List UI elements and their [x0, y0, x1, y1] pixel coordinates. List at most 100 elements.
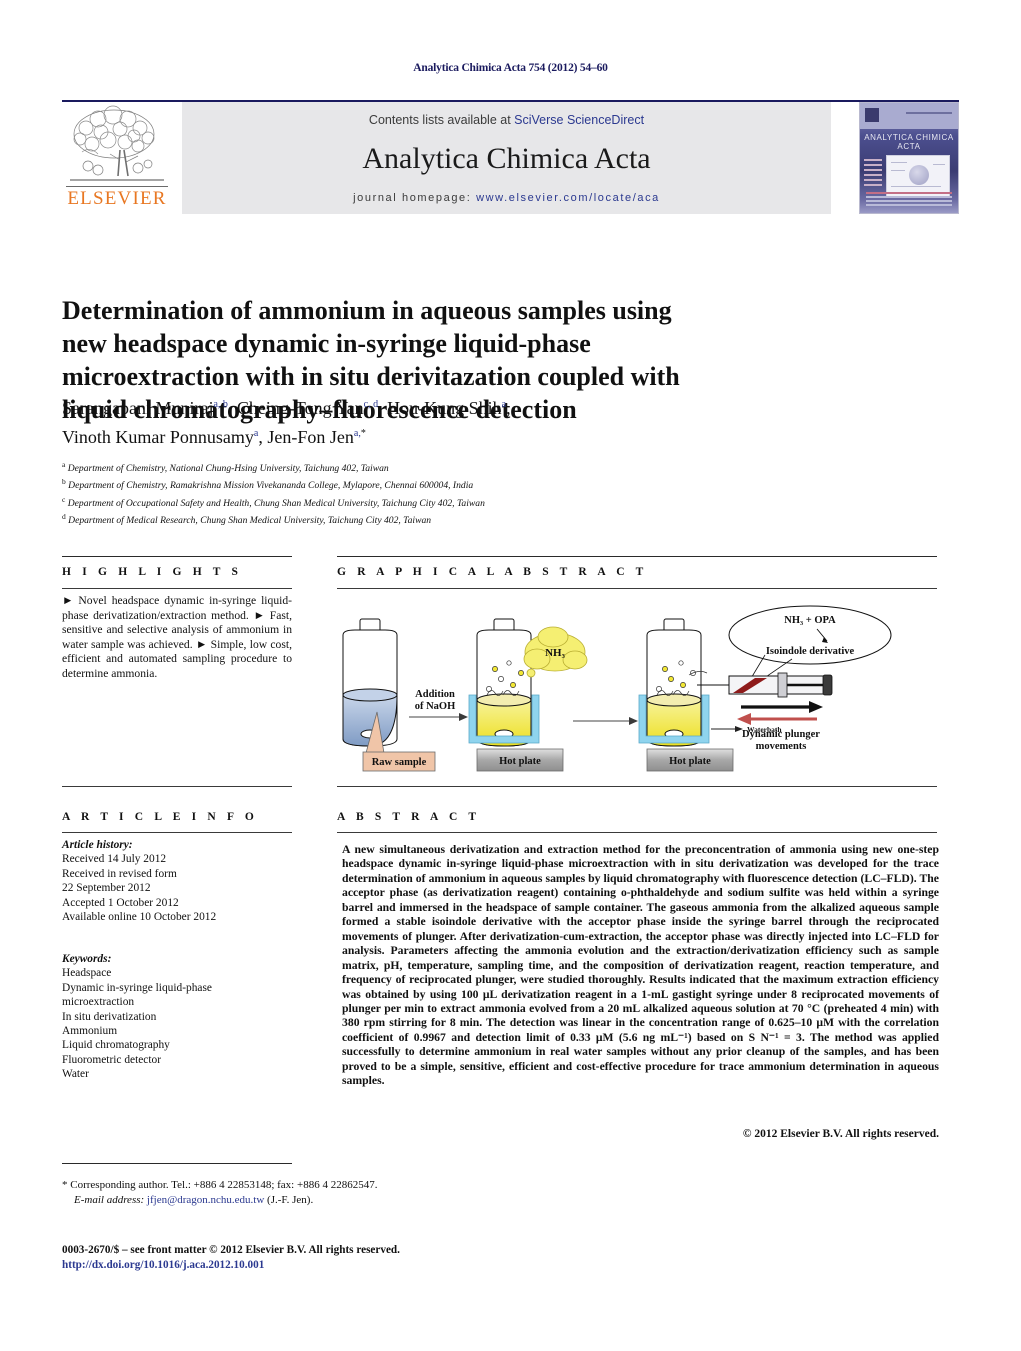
doi-link[interactable]: http://dx.doi.org/10.1016/j.aca.2012.10.…: [62, 1258, 762, 1273]
highlights-underline: [62, 588, 292, 589]
affiliation-mark: d: [62, 512, 66, 522]
graphical-abstract-figure: Raw sample Addition of NaOH NH₃ Hot plat…: [337, 597, 937, 782]
corresponding-star: *: [62, 1179, 68, 1191]
hot-plate-label-2: Hot plate: [669, 756, 711, 767]
author-1: Sarangapani Muniraj: [62, 398, 214, 418]
author-2-affil-mark: c, d: [363, 399, 379, 410]
contents-prefix: Contents lists available at: [368, 113, 515, 127]
journal-title: Analytica Chimica Acta: [362, 142, 651, 175]
affiliation-text: Department of Medical Research, Chung Sh…: [68, 515, 432, 527]
email-line: E-mail address: jfjen@dragon.nchu.edu.tw…: [62, 1193, 702, 1208]
cover-side-lines: [864, 159, 882, 189]
syringe-illustration: [697, 672, 833, 698]
plunger-label-1: Dynamic plunger: [742, 729, 820, 740]
history-item: Accepted 1 October 2012: [62, 896, 179, 909]
corresponding-author-note: * Corresponding author. Tel.: +886 4 228…: [62, 1178, 702, 1208]
history-item: Received in revised form: [62, 867, 177, 880]
article-first-page: Analytica Chimica Acta 754 (2012) 54–60: [0, 0, 1021, 1351]
affiliation-mark: b: [62, 477, 66, 487]
arrow-head-1: [459, 713, 468, 721]
imprint-block: 0003-2670/$ – see front matter © 2012 El…: [62, 1243, 762, 1273]
graphical-abstract-underline: [337, 588, 937, 589]
affiliation-mark: c: [62, 494, 66, 504]
abstract-text: A new simultaneous derivatization and ex…: [342, 843, 939, 1088]
footnote-rule: [62, 1163, 292, 1164]
affiliation-item: c Department of Occupational Safety and …: [62, 493, 762, 510]
hot-plate-label-1: Hot plate: [499, 756, 541, 767]
keyword-item: Water: [62, 1068, 89, 1081]
elsevier-logo: ELSEVIER: [62, 102, 172, 214]
keyword-item: Liquid chromatography: [62, 1039, 170, 1052]
author-list: Sarangapani Muniraja, b, Cheing-Tong Yan…: [62, 398, 511, 447]
email-label: E-mail address:: [74, 1194, 145, 1206]
syringe-flange: [777, 672, 788, 698]
author-4: Vinoth Kumar Ponnusamy: [62, 427, 254, 447]
keywords-block: Keywords: Headspace Dynamic in-syringe l…: [62, 952, 302, 1082]
journal-cover-thumbnail: ANALYTICA CHIMICA ACTA: [859, 102, 959, 214]
keyword-item: Dynamic in-syringe liquid-phase: [62, 981, 212, 994]
running-head: Analytica Chimica Acta 754 (2012) 54–60: [413, 62, 608, 74]
nh3-cloud-label: NH₃: [545, 647, 566, 659]
cover-top-rule: [906, 112, 952, 114]
highlights-top-rule: [62, 556, 292, 557]
keywords-label: Keywords:: [62, 953, 112, 965]
affiliation-item: d Department of Medical Research, Chung …: [62, 510, 762, 527]
affiliation-list: a Department of Chemistry, National Chun…: [62, 458, 762, 528]
homepage-url-link[interactable]: www.elsevier.com/locate/aca: [476, 192, 660, 204]
article-info-underline: [62, 832, 292, 833]
affiliation-mark: a: [62, 460, 66, 469]
author-3: Hou-Kung Shih: [387, 398, 502, 418]
journal-homepage-line: journal homepage: www.elsevier.com/locat…: [182, 192, 831, 204]
history-item: 22 September 2012: [62, 882, 151, 895]
raw-sample-label: Raw sample: [372, 757, 427, 768]
plunger-movement-arrows: [737, 701, 823, 725]
article-history-label: Article history:: [62, 839, 133, 851]
issn-line: 0003-2670/$ – see front matter © 2012 El…: [62, 1244, 400, 1256]
graphical-abstract-top-rule: [337, 556, 937, 557]
cover-artwork-circle: [909, 165, 929, 185]
keyword-item: Headspace: [62, 967, 112, 980]
addition-naoh-label-2: of NaOH: [415, 701, 456, 712]
article-history-block: Article history: Received 14 July 2012 R…: [62, 838, 302, 924]
addition-naoh-label-1: Addition: [415, 689, 455, 700]
abstract-underline: [337, 832, 937, 833]
abstract-heading: A B S T R A C T: [337, 811, 481, 823]
keyword-item: In situ derivatization: [62, 1010, 157, 1023]
journal-band: Contents lists available at SciVerse Sci…: [182, 102, 831, 214]
corresponding-text: Corresponding author. Tel.: +886 4 22853…: [70, 1179, 378, 1191]
masthead: ELSEVIER Contents lists available at Sci…: [62, 102, 959, 214]
bottle-heated-2: [646, 618, 702, 747]
keyword-item: Fluorometric detector: [62, 1053, 162, 1066]
affiliation-text: Department of Occupational Safety and He…: [67, 498, 485, 510]
contents-available-line: Contents lists available at SciVerse Sci…: [182, 113, 831, 127]
author-2: Cheing-Tong Yan: [236, 398, 364, 418]
corresponding-line: * Corresponding author. Tel.: +886 4 228…: [62, 1178, 702, 1193]
tree-illustration: [70, 105, 164, 181]
corresponding-author-marker: *: [360, 428, 366, 439]
abstract-copyright: © 2012 Elsevier B.V. All rights reserved…: [742, 1128, 939, 1140]
article-info-heading: A R T I C L E I N F O: [62, 811, 258, 823]
cover-artwork: [886, 155, 950, 197]
sciencedirect-link[interactable]: SciVerse ScienceDirect: [514, 113, 644, 127]
author-1-affil-mark: a, b: [213, 399, 228, 410]
author-4-affil-mark: a: [253, 428, 259, 439]
keyword-item: Ammonium: [62, 1025, 118, 1038]
email-link[interactable]: jfjen@dragon.nchu.edu.tw: [147, 1194, 264, 1206]
affiliation-item: a Department of Chemistry, National Chun…: [62, 458, 762, 475]
syringe-plunger-head: [822, 674, 833, 696]
elsevier-divider: [66, 186, 168, 187]
plunger-label-2: movements: [756, 741, 807, 752]
cover-journal-title: ANALYTICA CHIMICA ACTA: [864, 133, 954, 151]
history-item: Available online 10 October 2012: [62, 911, 217, 924]
author-5-affil-mark: a,: [353, 428, 361, 439]
keyword-item: microextraction: [62, 996, 135, 1009]
highlights-heading: H I G H L I G H T S: [62, 566, 243, 578]
cover-top-bar: [860, 103, 958, 129]
arrow-head-2: [629, 717, 638, 725]
highlights-text: ► Novel headspace dynamic in-syringe liq…: [62, 594, 292, 680]
affiliation-text: Department of Chemistry, National Chung-…: [67, 463, 389, 475]
elsevier-tree-icon: [68, 104, 166, 190]
email-suffix: (J.-F. Jen).: [267, 1194, 314, 1206]
author-5: Jen-Fon Jen: [267, 427, 354, 447]
author-3-affil-mark: a: [501, 399, 507, 410]
